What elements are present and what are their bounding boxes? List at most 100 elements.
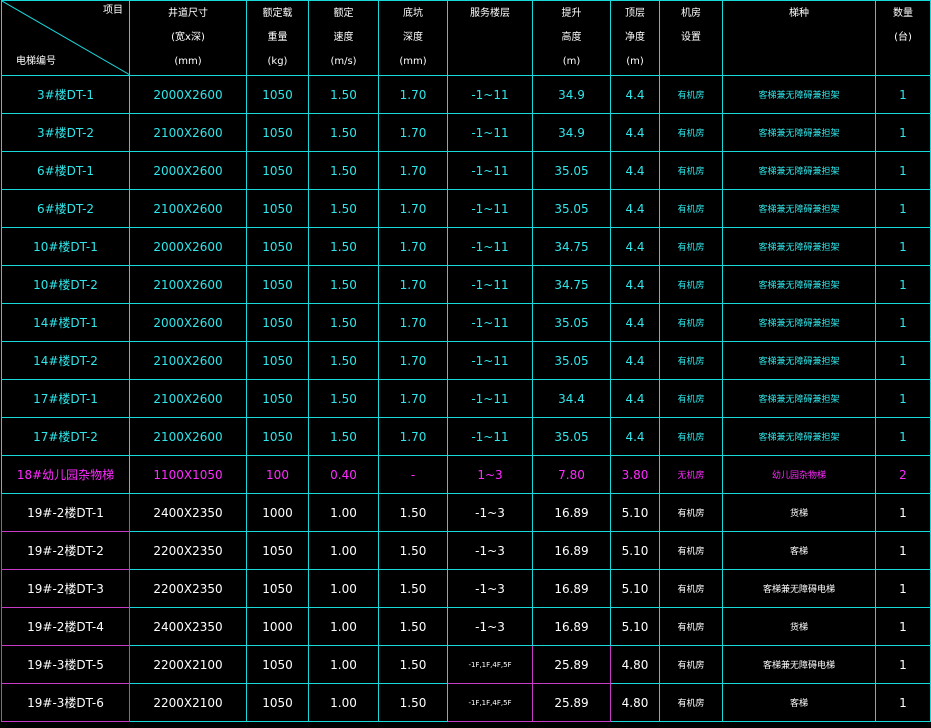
service-floors-cell: -1~11 (447, 379, 533, 418)
quantity-cell: 1 (875, 265, 931, 304)
header-elevator-type: 梯种 (722, 0, 876, 76)
rated-load-cell: 1050 (246, 569, 309, 608)
top-clearance-cell: 4.4 (610, 341, 660, 380)
header-elevator-type-line (724, 26, 875, 50)
service-floors-cell: -1~11 (447, 113, 533, 152)
machine-room-cell: 有机房 (659, 303, 723, 342)
quantity-cell: 1 (875, 379, 931, 418)
shaft-size-cell: 2400X2350 (129, 493, 247, 532)
rated-speed-cell: 1.50 (308, 189, 379, 228)
travel-height-cell: 25.89 (532, 645, 611, 684)
machine-room-cell: 有机房 (659, 341, 723, 380)
machine-room-cell: 有机房 (659, 569, 723, 608)
header-shaft-size-line: (mm) (174, 56, 202, 67)
rated-load-cell: 1000 (246, 493, 309, 532)
header-service-floors: 服务楼层 (447, 0, 533, 76)
rated-load-cell: 1050 (246, 113, 309, 152)
travel-height-cell: 34.9 (532, 75, 611, 114)
rated-load-cell: 1050 (246, 303, 309, 342)
top-clearance-cell: 4.4 (610, 75, 660, 114)
quantity-cell: 1 (875, 113, 931, 152)
machine-room-cell: 有机房 (659, 531, 723, 570)
pit-depth-cell: 1.70 (378, 189, 448, 228)
travel-height-cell: 34.75 (532, 265, 611, 304)
header-rated-speed-line: (m/s) (330, 56, 357, 67)
elevator-schedule-sheet: 项目 电梯编号 井道尺寸 (宽x深) (mm) 额定载 重量 (kg) 额定 速度 (m/s) 底… (0, 0, 931, 728)
header-shaft-size-line: (宽x深) (171, 32, 205, 43)
table-row: 18#幼儿园杂物梯 1100X1050 100 0.40-1~3 7.80 3.80 无机房… (1, 455, 931, 494)
quantity-cell: 1 (875, 569, 931, 608)
elevator-type-cell: 客梯兼无障碍兼担架 (722, 113, 876, 152)
table-row: 19#-2楼DT-2 2200X2350 1050 1.00 1.50 -1~3 16.89… (1, 531, 931, 570)
top-clearance-cell: 4.4 (610, 265, 660, 304)
travel-height-cell: 25.89 (532, 683, 611, 722)
table-row: 10#楼DT-2 2100X2600 1050 1.50 1.70 -1~11 34.75 4… (1, 265, 931, 304)
service-floors-cell: -1~11 (447, 341, 533, 380)
header-rated-load-line: 重量 (267, 32, 288, 43)
elevator-type-cell: 客梯 (722, 683, 876, 722)
elevator-id-cell: 19#-3楼DT-6 (1, 683, 130, 722)
service-floors-cell: -1~11 (447, 303, 533, 342)
top-clearance-cell: 5.10 (610, 607, 660, 646)
elevator-type-cell: 客梯兼无障碍兼担架 (722, 379, 876, 418)
header-travel-height-line: (m) (562, 56, 581, 67)
header-pit-depth: 底坑 深度 (mm) (378, 0, 448, 76)
rated-speed-cell: 1.00 (308, 645, 379, 684)
header-pit-depth-line: (mm) (399, 56, 427, 67)
elevator-type-cell: 客梯兼无障碍兼担架 (722, 227, 876, 266)
pit-depth-cell: 1.70 (378, 113, 448, 152)
elevator-id-cell: 17#楼DT-1 (1, 379, 130, 418)
pit-depth-cell: 1.70 (378, 417, 448, 456)
rated-load-cell: 1050 (246, 645, 309, 684)
rated-speed-cell: 1.50 (308, 227, 379, 266)
machine-room-cell: 有机房 (659, 151, 723, 190)
shaft-size-cell: 2100X2600 (129, 189, 247, 228)
table-row: 19#-2楼DT-3 2200X2350 1050 1.00 1.50 -1~3 16.89… (1, 569, 931, 608)
header-machine-room-line (661, 50, 722, 74)
top-clearance-cell: 4.4 (610, 227, 660, 266)
elevator-id-cell: 19#-2楼DT-3 (1, 569, 130, 608)
elevator-id-cell: 14#楼DT-1 (1, 303, 130, 342)
header-elevator-type-line (724, 50, 875, 74)
pit-depth-cell: 1.50 (378, 683, 448, 722)
elevator-id-cell: 3#楼DT-1 (1, 75, 130, 114)
table-row: 17#楼DT-2 2100X2600 1050 1.50 1.70 -1~11 35.05 4… (1, 417, 931, 456)
header-machine-room-line: 设置 (681, 32, 701, 43)
service-floors-cell: -1~11 (447, 151, 533, 190)
shaft-size-cell: 1100X1050 (129, 455, 247, 494)
elevator-type-cell: 货梯 (722, 493, 876, 532)
elevator-schedule-table: 项目 电梯编号 井道尺寸 (宽x深) (mm) 额定载 重量 (kg) 额定 速度 (m/s) 底… (1, 0, 931, 722)
quantity-cell: 1 (875, 683, 931, 722)
quantity-cell: 1 (875, 645, 931, 684)
table-row: 19#-2楼DT-4 2400X2350 1000 1.00 1.50 -1~3 16.89… (1, 607, 931, 646)
shaft-size-cell: 2100X2600 (129, 341, 247, 380)
service-floors-cell: -1~11 (447, 227, 533, 266)
travel-height-cell: 35.05 (532, 341, 611, 380)
pit-depth-cell: 1.70 (378, 379, 448, 418)
elevator-type-cell: 客梯兼无障碍兼担架 (722, 189, 876, 228)
rated-load-cell: 1050 (246, 341, 309, 380)
header-rated-load: 额定载 重量 (kg) (246, 0, 309, 76)
service-floors-cell: -1F,1F,4F,5F (447, 645, 533, 684)
pit-depth-cell: 1.70 (378, 151, 448, 190)
table-row: 3#楼DT-1 2000X2600 1050 1.50 1.70 -1~11 34.9 4.4… (1, 75, 931, 114)
header-service-floors-line: 服务楼层 (470, 8, 510, 19)
header-travel-height-line: 提升 (561, 8, 582, 19)
service-floors-cell: 1~3 (447, 455, 533, 494)
rated-speed-cell: 1.50 (308, 151, 379, 190)
header-rated-speed-line: 额定 (333, 8, 354, 19)
elevator-id-cell: 6#楼DT-1 (1, 151, 130, 190)
elevator-id-cell: 10#楼DT-1 (1, 227, 130, 266)
top-clearance-cell: 5.10 (610, 531, 660, 570)
corner-top-label: 项目 (103, 5, 123, 16)
quantity-cell: 1 (875, 607, 931, 646)
machine-room-cell: 有机房 (659, 227, 723, 266)
rated-speed-cell: 1.50 (308, 113, 379, 152)
pit-depth-cell: 1.70 (378, 303, 448, 342)
shaft-size-cell: 2200X2350 (129, 569, 247, 608)
header-pit-depth-line: 底坑 (403, 8, 423, 19)
pit-depth-cell: 1.70 (378, 341, 448, 380)
rated-load-cell: 1050 (246, 151, 309, 190)
top-clearance-cell: 4.4 (610, 189, 660, 228)
pit-depth-cell: 1.50 (378, 569, 448, 608)
